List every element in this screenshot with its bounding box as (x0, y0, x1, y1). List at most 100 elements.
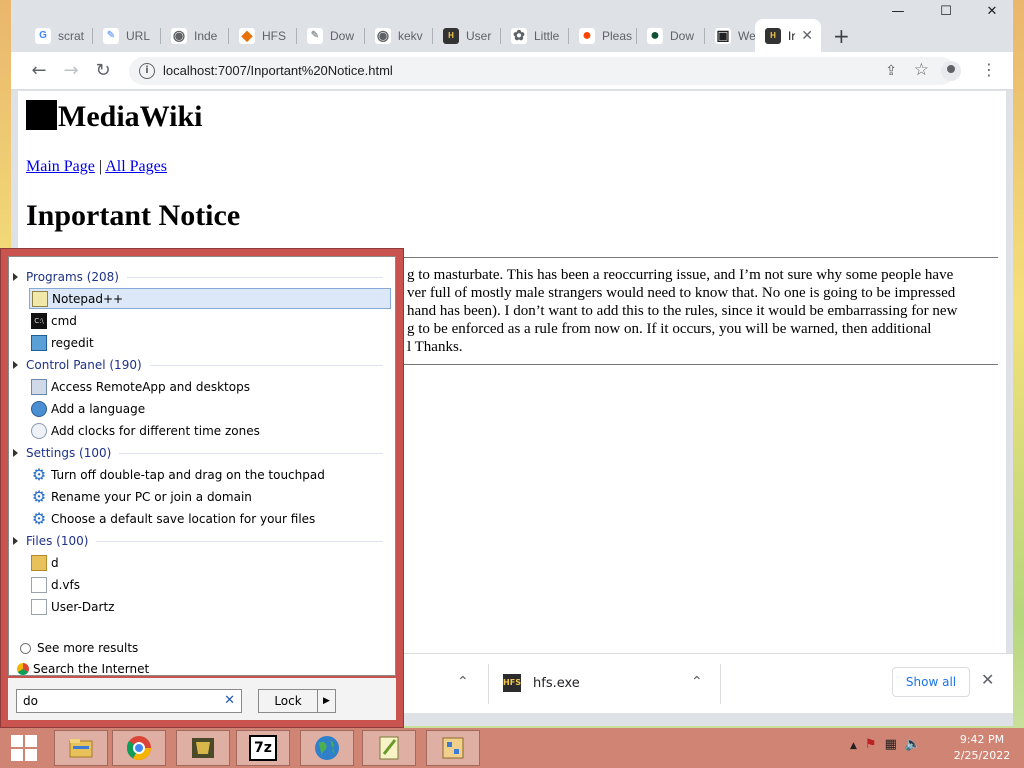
result-cmd[interactable]: C:\ cmd (29, 310, 391, 331)
wiki-nav: Main Page | All Pages (26, 158, 167, 176)
tab[interactable]: ● Pleas (569, 19, 637, 52)
main-page-link[interactable]: Main Page (26, 158, 95, 175)
group-label: Control Panel (190) (26, 358, 142, 372)
group-files[interactable]: Files (100) (13, 534, 383, 548)
reload-button[interactable]: ↻ (91, 59, 115, 83)
forward-button[interactable]: → (59, 59, 83, 83)
tab-active[interactable]: H Ir ✕ (755, 19, 821, 52)
folder-icon (31, 554, 47, 571)
taskbar-file-explorer[interactable] (54, 730, 108, 766)
tab-label: Ir (788, 28, 796, 43)
start-search-box[interactable]: ✕ (16, 689, 242, 713)
result-remoteapp[interactable]: Access RemoteApp and desktops (29, 376, 391, 397)
taskbar-notepadpp[interactable] (362, 730, 416, 766)
new-tab-button[interactable]: + (833, 24, 850, 48)
bookmark-star-icon[interactable]: ☆ (914, 60, 929, 80)
file-icon (31, 576, 47, 593)
result-label: Access RemoteApp and desktops (51, 379, 250, 394)
search-icon (17, 640, 33, 656)
start-button[interactable] (4, 732, 44, 764)
tab[interactable]: ✿ Little (501, 19, 569, 52)
result-rename-pc[interactable]: ⚙ Rename your PC or join a domain (29, 486, 391, 507)
result-folder-d[interactable]: d (29, 552, 391, 573)
power-options-arrow-icon[interactable]: ▶ (317, 690, 335, 712)
network-icon[interactable]: ▦ (885, 737, 897, 755)
clock-icon (31, 422, 47, 439)
toolbar: ← → ↻ i localhost:7007/Inportant%20Notic… (11, 52, 1013, 90)
show-all-button[interactable]: Show all (892, 667, 970, 697)
tab[interactable]: ◉ kekv (365, 19, 433, 52)
tab[interactable]: ✎ Dow (297, 19, 365, 52)
info-icon[interactable]: i (139, 63, 155, 79)
tab-label: User (466, 28, 492, 43)
globe-icon: ◉ (375, 27, 391, 44)
result-save-location[interactable]: ⚙ Choose a default save location for you… (29, 508, 391, 529)
chevron-up-icon[interactable]: ⌃ (457, 674, 469, 690)
start-search-input[interactable] (21, 691, 211, 711)
taskbar-7zip[interactable]: 7z (236, 730, 290, 766)
taskbar-chrome[interactable] (112, 730, 166, 766)
action-center-flag-icon[interactable]: ⚑ (865, 737, 877, 755)
close-download-bar-icon[interactable]: ✕ (981, 670, 994, 689)
result-file-user-dartz[interactable]: User-Dartz (29, 596, 391, 617)
result-label: Turn off double-tap and drag on the touc… (51, 467, 325, 482)
gear-icon: ⚙ (31, 465, 47, 484)
result-label: Choose a default save location for your … (51, 511, 316, 526)
address-bar[interactable]: i localhost:7007/Inportant%20Notice.html… (129, 57, 955, 85)
see-more-label: See more results (37, 641, 139, 655)
lock-button[interactable]: Lock (259, 690, 317, 712)
result-touchpad[interactable]: ⚙ Turn off double-tap and drag on the to… (29, 464, 391, 485)
group-settings[interactable]: Settings (100) (13, 446, 383, 460)
result-notepadpp[interactable]: Notepad++ (29, 288, 391, 309)
result-add-language[interactable]: Add a language (29, 398, 391, 419)
menu-icon[interactable]: ⋮ (981, 60, 997, 79)
hfs-exe-icon: HFS (503, 674, 521, 692)
group-programs[interactable]: Programs (208) (13, 270, 383, 284)
close-window-button[interactable]: ✕ (969, 4, 1015, 24)
result-label: Add a language (51, 401, 146, 416)
search-internet-label: Search the Internet (33, 662, 150, 676)
close-tab-icon[interactable]: ✕ (801, 27, 813, 44)
group-label: Settings (100) (26, 446, 112, 460)
result-regedit[interactable]: regedit (29, 332, 391, 353)
share-icon[interactable]: ⇪ (885, 63, 897, 79)
tab[interactable]: G scrat (25, 19, 93, 52)
back-button[interactable]: ← (27, 59, 51, 83)
show-hidden-icons-icon[interactable]: ▲ (850, 737, 857, 755)
language-icon (31, 400, 47, 417)
wiki-logo (26, 100, 57, 130)
see-more-results-link[interactable]: See more results (17, 640, 138, 656)
clear-search-icon[interactable]: ✕ (224, 693, 235, 708)
search-results: Programs (208) Notepad++ C:\ cmd regedit… (8, 256, 396, 676)
url-text[interactable]: localhost:7007/Inportant%20Notice.html (163, 63, 393, 78)
result-file-dvfs[interactable]: d.vfs (29, 574, 391, 595)
globe-icon: ◉ (171, 27, 187, 44)
taskbar-app[interactable] (426, 730, 480, 766)
tab[interactable]: ◉ Inde (161, 19, 229, 52)
7zip-icon: 7z (249, 735, 277, 761)
tab[interactable]: ● Dow (637, 19, 705, 52)
notepadpp-icon (32, 290, 48, 307)
search-internet-link[interactable]: Search the Internet (17, 662, 149, 676)
all-pages-link[interactable]: All Pages (105, 158, 167, 175)
tab-label: scrat (58, 28, 85, 43)
tab[interactable]: H User (433, 19, 501, 52)
group-control-panel[interactable]: Control Panel (190) (13, 358, 383, 372)
minimize-button[interactable]: — (875, 4, 921, 24)
result-label: Notepad++ (52, 291, 124, 306)
taskbar-globe-app[interactable] (300, 730, 354, 766)
result-label: d (51, 555, 59, 570)
chevron-up-icon[interactable]: ⌃ (691, 674, 703, 690)
maximize-button[interactable]: ☐ (923, 4, 969, 24)
download-item-label[interactable]: hfs.exe (533, 676, 580, 691)
remoteapp-icon (31, 378, 47, 395)
profile-icon[interactable] (941, 61, 961, 81)
volume-muted-icon[interactable]: 🔈 (905, 737, 921, 755)
tab[interactable]: ✎ URL (93, 19, 161, 52)
tab[interactable]: ◆ HFS (229, 19, 297, 52)
taskbar-clock[interactable]: 9:42 PM 2/25/2022 (948, 732, 1016, 764)
globe-app-icon (315, 736, 339, 760)
site-title: MediaWiki (58, 100, 203, 133)
result-add-clocks[interactable]: Add clocks for different time zones (29, 420, 391, 441)
taskbar-hfs[interactable] (176, 730, 230, 766)
